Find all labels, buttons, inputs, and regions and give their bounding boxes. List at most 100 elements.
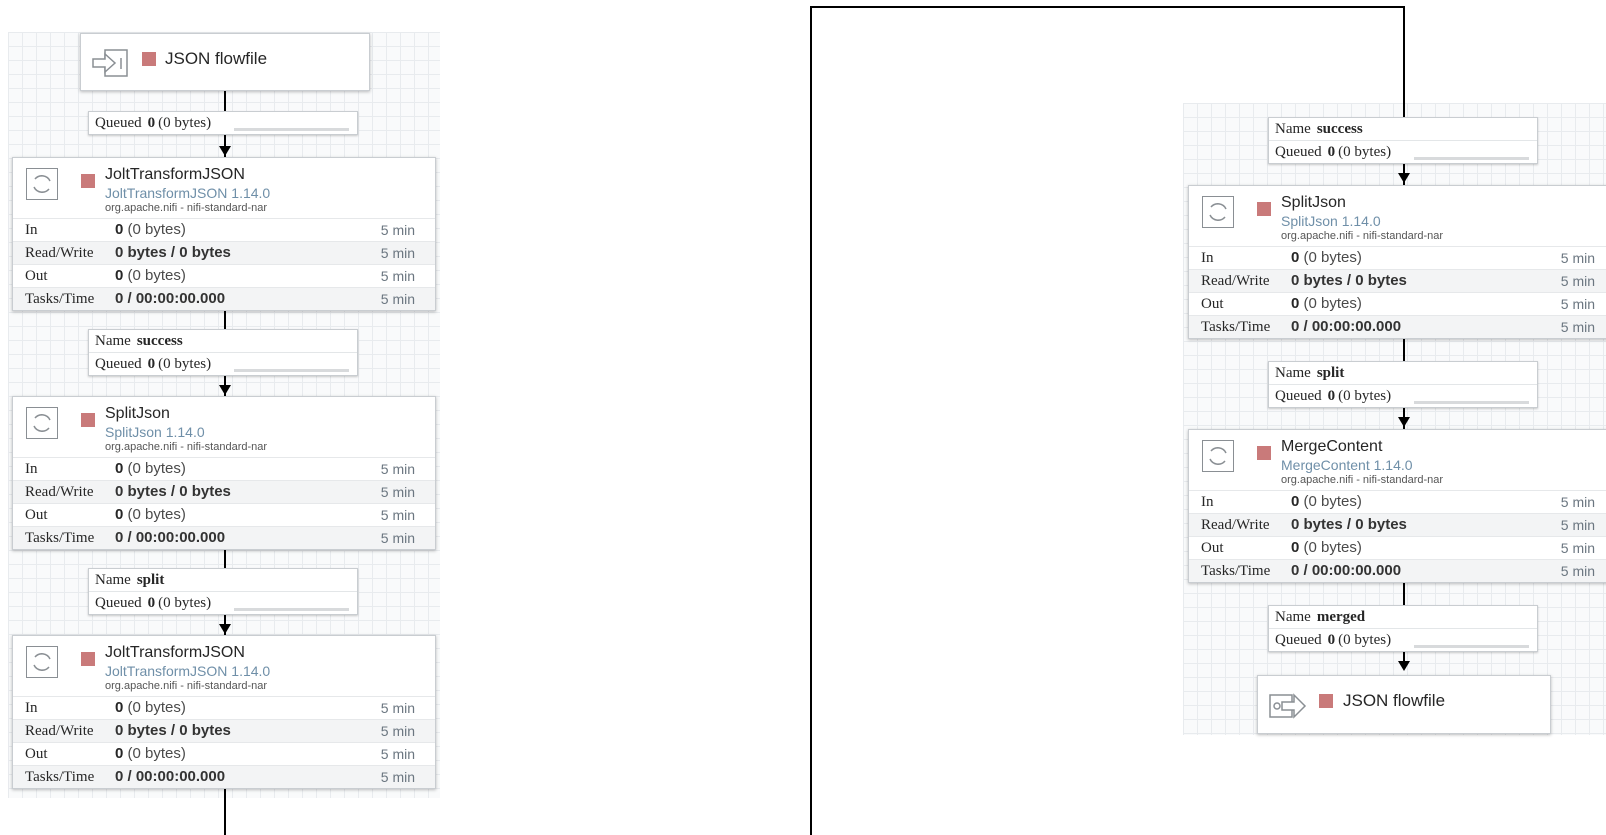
stat-time: 5 min [380, 769, 415, 785]
connection-label[interactable]: Name split Queued 0 (0 bytes) [88, 568, 358, 615]
stat-value: 0 bytes / 0 bytes [115, 483, 231, 500]
stat-label: Read/Write [25, 245, 94, 261]
stat-time: 5 min [380, 700, 415, 716]
connection-label[interactable]: Name success Queued 0 (0 bytes) [88, 329, 358, 376]
queue-progress-bar [234, 369, 349, 372]
processor-type: SplitJson 1.14.0 [1281, 213, 1381, 229]
queued-bytes: (0 bytes) [1338, 632, 1392, 648]
connection-label[interactable]: Name merged Queued 0 (0 bytes) [1268, 605, 1538, 652]
stat-value: 0 / 00:00:00.000 [115, 529, 226, 546]
queued-row: Queued 0 (0 bytes) [1269, 140, 1537, 163]
queued-label: Queued [95, 115, 142, 131]
stat-label: In [1201, 494, 1214, 510]
stat-label: Tasks/Time [1201, 319, 1271, 335]
processor-header: JoltTransformJSON JoltTransformJSON 1.14… [13, 636, 435, 696]
processor-jolt-transform[interactable]: JoltTransformJSON JoltTransformJSON 1.14… [12, 157, 436, 311]
stat-time: 5 min [1560, 319, 1595, 335]
stat-time: 5 min [380, 245, 415, 261]
stat-label: In [25, 222, 38, 238]
name-row: Name split [1269, 362, 1537, 384]
port-name: JSON flowfile [165, 49, 268, 68]
stat-value: 0 (0 bytes) [115, 743, 186, 765]
loop-connector-line[interactable] [810, 6, 1405, 8]
output-port[interactable]: JSON flowfile [1257, 675, 1551, 734]
processor-merge-content[interactable]: MergeContent MergeContent 1.14.0 org.apa… [1188, 429, 1606, 583]
name-label: Name [1275, 609, 1311, 625]
stat-value: 0 bytes / 0 bytes [115, 722, 231, 739]
stat-value: 0 (0 bytes) [1291, 537, 1362, 559]
processor-icon [26, 646, 58, 678]
stat-label: Out [1201, 540, 1224, 556]
processor-name: MergeContent [1281, 438, 1383, 455]
stat-label: In [25, 700, 38, 716]
stat-label: Tasks/Time [25, 291, 95, 307]
stat-in: In 0 (0 bytes) 5 min [1189, 490, 1606, 513]
stat-in: In 0 (0 bytes) 5 min [13, 218, 435, 241]
stat-label: Read/Write [1201, 517, 1270, 533]
stopped-icon [1257, 202, 1271, 216]
stat-time: 5 min [380, 723, 415, 739]
stat-tasks-time: Tasks/Time 0 / 00:00:00.000 5 min [1189, 315, 1606, 338]
stopped-icon [81, 174, 95, 188]
processor-icon [26, 168, 58, 200]
stat-read-write: Read/Write 0 bytes / 0 bytes 5 min [13, 480, 435, 503]
loop-connector-line[interactable] [810, 6, 812, 835]
queue-progress-bar [234, 128, 349, 131]
processor-jolt-transform[interactable]: JoltTransformJSON JoltTransformJSON 1.14… [12, 635, 436, 789]
processor-type: JoltTransformJSON 1.14.0 [105, 185, 271, 201]
stat-bytes: (0 bytes) [127, 699, 186, 716]
queued-count: 0 [147, 356, 156, 372]
queued-bytes: (0 bytes) [158, 115, 212, 131]
name-label: Name [1275, 365, 1311, 381]
queued-bytes: (0 bytes) [1338, 144, 1392, 160]
stat-time: 5 min [380, 746, 415, 762]
stat-label: In [1201, 250, 1214, 266]
port-name: JSON flowfile [1343, 691, 1446, 710]
processor-bundle: org.apache.nifi - nifi-standard-nar [1281, 230, 1444, 242]
processor-bundle: org.apache.nifi - nifi-standard-nar [105, 441, 268, 453]
stat-value: 0 bytes / 0 bytes [115, 244, 231, 261]
queued-count: 0 [147, 595, 156, 611]
queued-label: Queued [95, 356, 142, 372]
processor-split-json[interactable]: SplitJson SplitJson 1.14.0 org.apache.ni… [12, 396, 436, 550]
stat-label: Tasks/Time [25, 530, 95, 546]
stat-time: 5 min [1560, 296, 1595, 312]
stat-read-write: Read/Write 0 bytes / 0 bytes 5 min [13, 241, 435, 264]
stat-bytes: (0 bytes) [1303, 249, 1362, 266]
stat-out: Out 0 (0 bytes) 5 min [1189, 536, 1606, 559]
stat-value: 0 (0 bytes) [115, 265, 186, 287]
processor-name: JoltTransformJSON [105, 644, 245, 661]
stat-time: 5 min [380, 530, 415, 546]
processor-split-json[interactable]: SplitJson SplitJson 1.14.0 org.apache.ni… [1188, 185, 1606, 339]
processor-bundle: org.apache.nifi - nifi-standard-nar [1281, 474, 1444, 486]
stat-time: 5 min [380, 268, 415, 284]
stat-value: 0 / 00:00:00.000 [1291, 318, 1402, 335]
stat-count: 0 [1291, 249, 1300, 266]
stat-bytes: (0 bytes) [1303, 295, 1362, 312]
connection-label[interactable]: Queued 0 (0 bytes) [88, 111, 358, 135]
stat-value: 0 (0 bytes) [1291, 247, 1362, 269]
relationship-name: split [1316, 365, 1345, 381]
stopped-icon [81, 413, 95, 427]
stat-tasks-time: Tasks/Time 0 / 00:00:00.000 5 min [13, 526, 435, 549]
connection-label[interactable]: Name split Queued 0 (0 bytes) [1268, 361, 1538, 408]
queue-progress-bar [1414, 157, 1529, 160]
input-port[interactable]: JSON flowfile [80, 33, 370, 91]
name-label: Name [95, 333, 131, 349]
connection-label[interactable]: Name success Queued 0 (0 bytes) [1268, 117, 1538, 164]
connection-arrow [1398, 173, 1410, 183]
queued-count: 0 [147, 115, 156, 131]
stat-count: 0 [115, 699, 124, 716]
queued-row: Queued 0 (0 bytes) [1269, 628, 1537, 651]
name-label: Name [95, 572, 131, 588]
relationship-name: success [136, 333, 183, 349]
stat-in: In 0 (0 bytes) 5 min [13, 457, 435, 480]
queue-progress-bar [1414, 645, 1529, 648]
stat-time: 5 min [1560, 540, 1595, 556]
stat-tasks-time: Tasks/Time 0 / 00:00:00.000 5 min [13, 765, 435, 788]
queued-count: 0 [1327, 632, 1336, 648]
connection-arrow [1398, 661, 1410, 671]
queued-bytes: (0 bytes) [1338, 388, 1392, 404]
processor-icon [1202, 196, 1234, 228]
stat-label: Read/Write [25, 723, 94, 739]
